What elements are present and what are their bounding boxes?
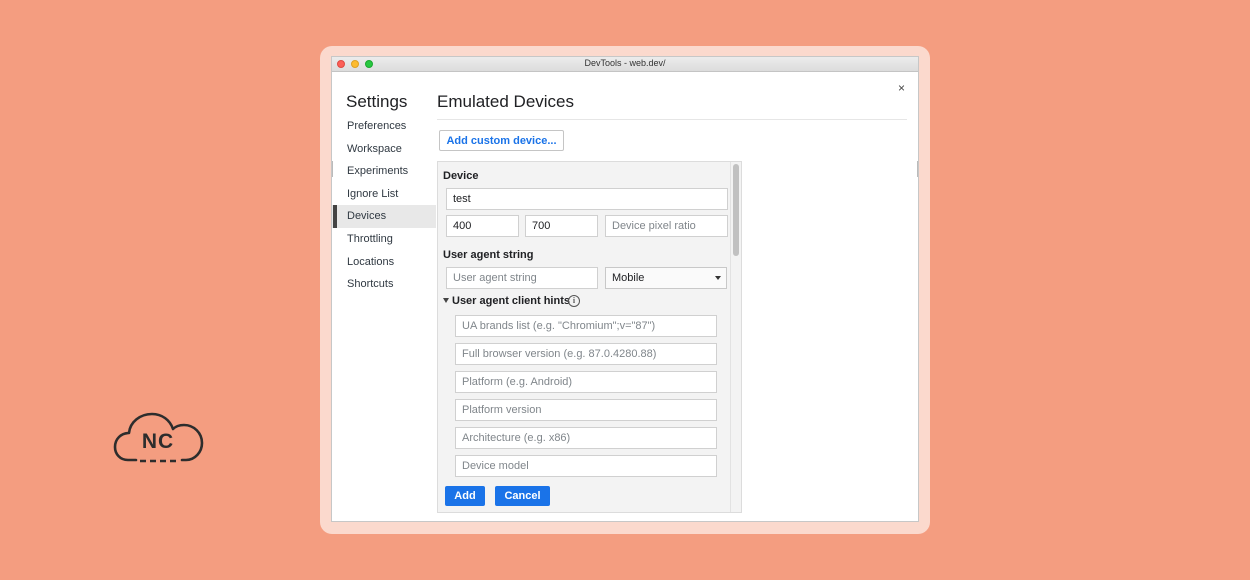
- full-browser-version-input[interactable]: [455, 343, 717, 365]
- title-bar[interactable]: DevTools - web.dev/: [332, 57, 918, 72]
- add-button[interactable]: Add: [445, 486, 485, 506]
- sidebar-item-throttling[interactable]: Throttling: [332, 228, 436, 251]
- user-agent-type-value: Mobile: [612, 272, 645, 284]
- info-icon[interactable]: i: [568, 295, 580, 307]
- left-edge-divider: [332, 161, 333, 177]
- device-height-input[interactable]: [525, 215, 598, 237]
- device-pixel-ratio-input[interactable]: [605, 215, 728, 237]
- nc-cloud-logo: NC: [113, 412, 204, 463]
- platform-input[interactable]: [455, 371, 717, 393]
- settings-title: Settings: [346, 92, 408, 111]
- editor-scrollbar[interactable]: [730, 162, 741, 512]
- disclosure-triangle-icon: [443, 297, 449, 303]
- platform-version-input[interactable]: [455, 399, 717, 421]
- client-hints-label: User agent client hints: [452, 295, 570, 307]
- device-name-input[interactable]: [446, 188, 728, 210]
- right-edge-divider: [917, 161, 918, 177]
- device-section-label: Device: [443, 170, 479, 182]
- user-agent-section-label: User agent string: [443, 249, 534, 261]
- sidebar-item-devices[interactable]: Devices: [332, 205, 436, 228]
- sidebar-item-shortcuts[interactable]: Shortcuts: [332, 273, 436, 296]
- user-agent-input[interactable]: [446, 267, 598, 289]
- chevron-down-icon: [715, 276, 721, 280]
- cancel-button[interactable]: Cancel: [495, 486, 550, 506]
- scrollbar-thumb[interactable]: [733, 164, 739, 256]
- window-title: DevTools - web.dev/: [584, 58, 666, 68]
- device-editor: Device User agent string Mobile User age…: [437, 161, 742, 513]
- add-custom-device-button[interactable]: Add custom device...: [439, 130, 564, 151]
- user-agent-type-select[interactable]: Mobile: [605, 267, 727, 289]
- device-width-input[interactable]: [446, 215, 519, 237]
- devtools-window: DevTools - web.dev/ × Settings Preferenc…: [331, 56, 919, 522]
- title-divider: [437, 119, 907, 120]
- ua-brands-input[interactable]: [455, 315, 717, 337]
- settings-sidebar: Preferences Workspace Experiments Ignore…: [332, 115, 436, 296]
- sidebar-item-ignore-list[interactable]: Ignore List: [332, 183, 436, 206]
- sidebar-item-experiments[interactable]: Experiments: [332, 160, 436, 183]
- device-model-input[interactable]: [455, 455, 717, 477]
- sidebar-item-locations[interactable]: Locations: [332, 251, 436, 274]
- sidebar-item-workspace[interactable]: Workspace: [332, 138, 436, 161]
- architecture-input[interactable]: [455, 427, 717, 449]
- nc-logo-text: NC: [142, 430, 174, 453]
- panel-title: Emulated Devices: [437, 92, 575, 111]
- close-icon[interactable]: ×: [898, 81, 905, 95]
- sidebar-item-preferences[interactable]: Preferences: [332, 115, 436, 138]
- client-hints-toggle[interactable]: User agent client hints: [443, 295, 570, 307]
